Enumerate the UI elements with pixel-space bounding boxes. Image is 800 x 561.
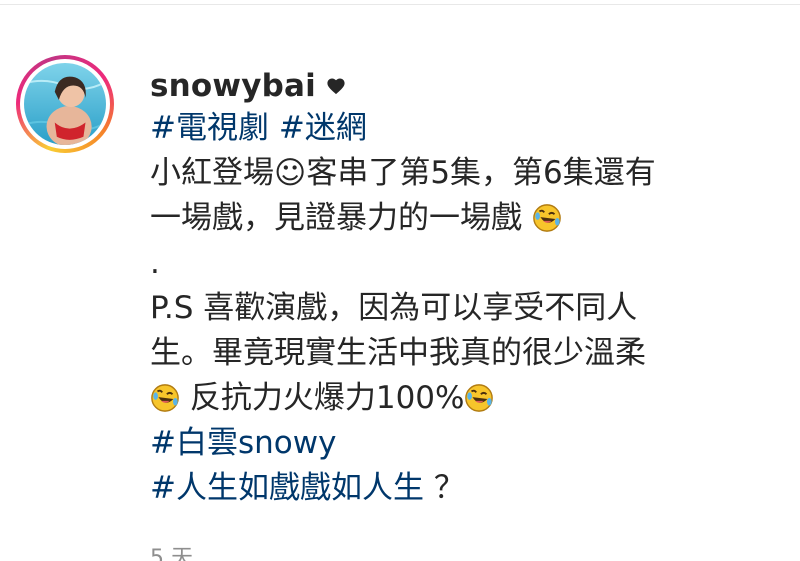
rolling-laughing-icon: [151, 384, 179, 412]
avatar[interactable]: [24, 63, 106, 145]
caption-text: 反抗力火爆力100%: [180, 380, 465, 416]
caption-line-hashtags: #電視劇 #迷網: [150, 106, 770, 151]
rolling-laughing-icon: [465, 384, 494, 412]
rolling-laughing-icon: [533, 204, 561, 232]
caption: snowybai #電視劇 #迷網 小紅登場☺客串了第5集，第6集還有 一場戲，…: [150, 66, 770, 511]
hashtag-mi-wang[interactable]: #迷網: [279, 110, 367, 146]
username-row: snowybai: [150, 66, 770, 106]
caption-line: P.S 喜歡演戲，因為可以享受不同人: [150, 290, 638, 326]
caption-dot: .: [150, 245, 160, 281]
caption-suffix: ？: [433, 470, 465, 506]
heart-icon: [327, 78, 345, 95]
username[interactable]: snowybai: [150, 68, 316, 104]
caption-line: 反抗力火爆力100%: [150, 376, 770, 421]
caption-text: 一場戲，見證暴力的一場戲: [150, 200, 522, 236]
post-time[interactable]: 5 天: [150, 540, 193, 561]
story-ring[interactable]: [16, 55, 114, 153]
hashtag-life-drama[interactable]: #人生如戲戲如人生: [150, 470, 424, 506]
caption-line: 一場戲，見證暴力的一場戲: [150, 196, 770, 241]
hashtag-snowy[interactable]: #白雲snowy: [150, 425, 336, 461]
caption-line-hashtag: #白雲snowy: [150, 421, 770, 466]
top-divider: [0, 4, 800, 5]
caption-line: 小紅登場☺客串了第5集，第6集還有: [150, 155, 656, 191]
post-comment-panel: snowybai #電視劇 #迷網 小紅登場☺客串了第5集，第6集還有 一場戲，…: [0, 0, 800, 561]
caption-line: 生。畢竟現實生活中我真的很少溫柔: [150, 335, 646, 371]
hashtag-tv-drama[interactable]: #電視劇: [150, 110, 269, 146]
caption-line-hashtag: #人生如戲戲如人生 ？: [150, 466, 770, 511]
